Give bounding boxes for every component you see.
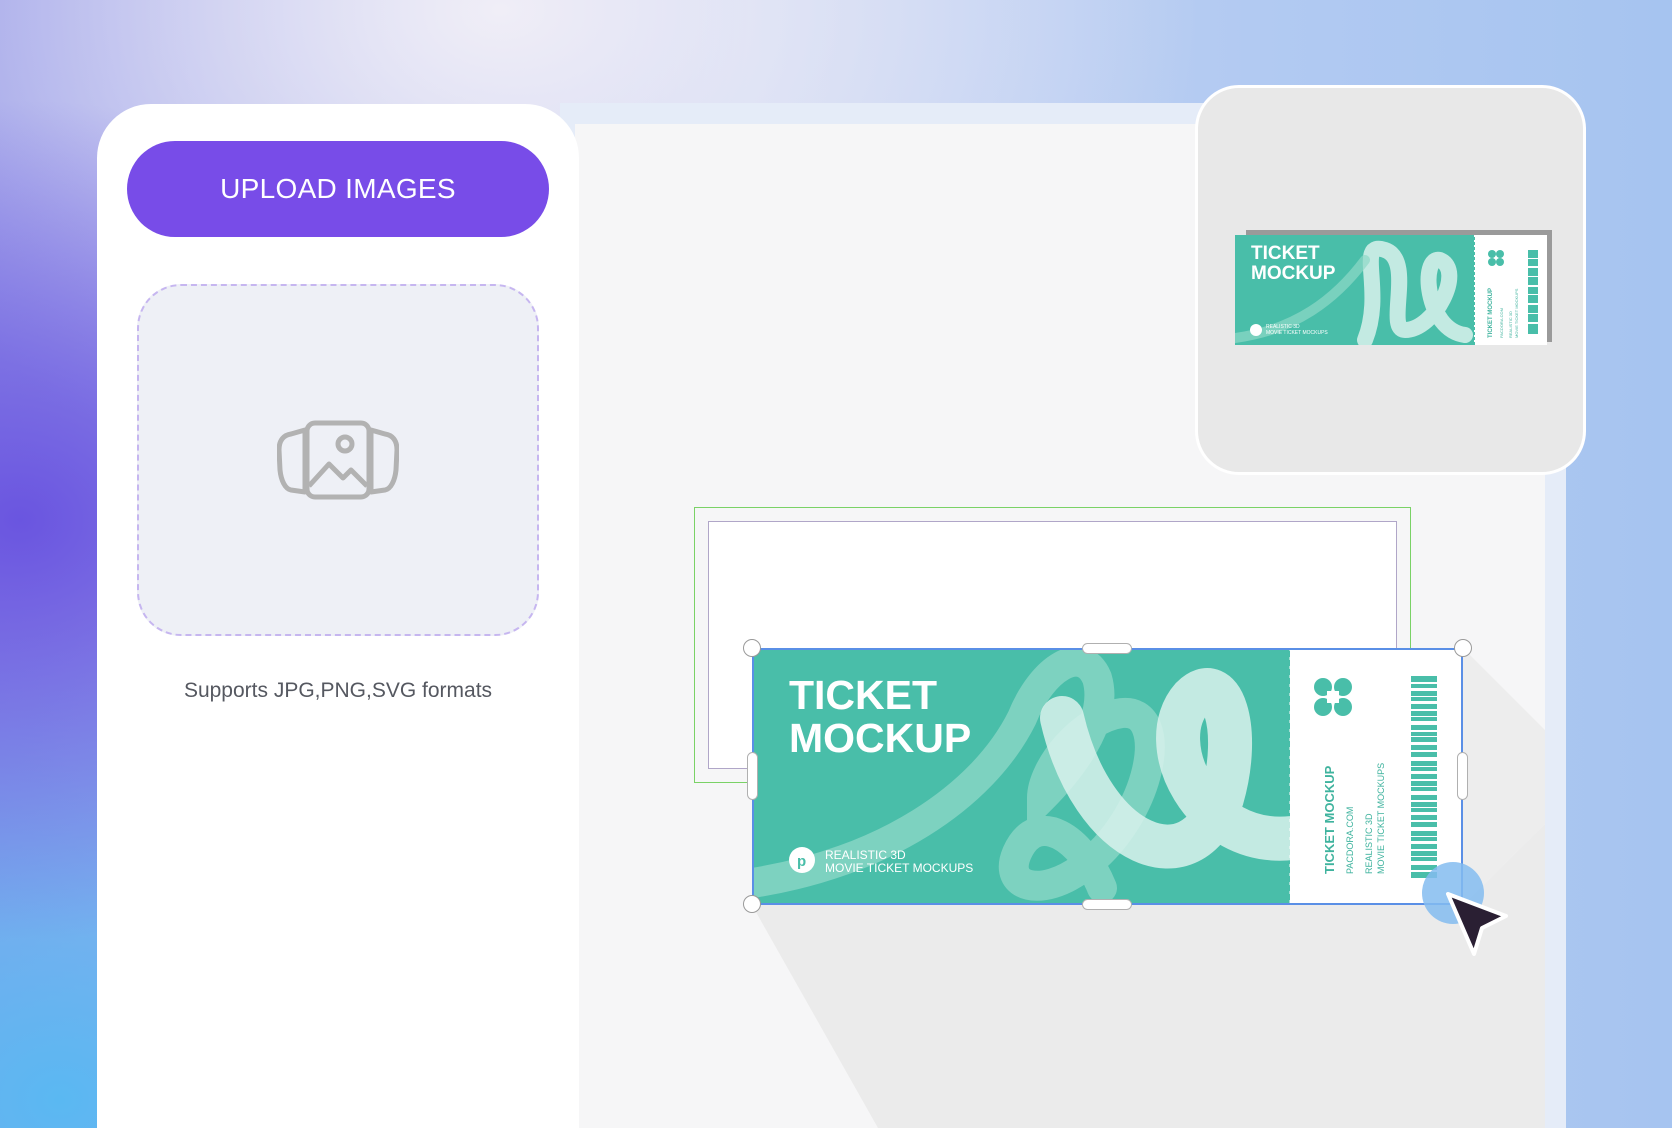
selection-box	[752, 648, 1463, 905]
preview-stub-line1: REALISTIC 3D	[1508, 311, 1513, 338]
preview-ticket: TICKET MOCKUP REALISTIC 3D MOVIE TICKET …	[1235, 230, 1552, 345]
supported-formats-hint: Supports JPG,PNG,SVG formats	[183, 679, 493, 702]
upload-images-button[interactable]: UPLOAD IMAGES	[127, 141, 549, 237]
preview-stub-site: PACDORA.COM	[1499, 308, 1504, 338]
resize-handle-bottom-left[interactable]	[743, 895, 761, 913]
preview-stub-line2: MOVIE TICKET MOCKUPS	[1514, 288, 1519, 338]
resize-handle-right[interactable]	[1457, 752, 1468, 800]
image-drop-zone[interactable]	[137, 284, 539, 636]
preview-title-line2: MOCKUP	[1251, 263, 1336, 284]
preview-stub-title: TICKET MOCKUP	[1488, 288, 1494, 338]
resize-handle-top-right[interactable]	[1454, 639, 1472, 657]
mockup-preview-card[interactable]: TICKET MOCKUP REALISTIC 3D MOVIE TICKET …	[1195, 85, 1586, 475]
resize-handle-top[interactable]	[1082, 643, 1132, 654]
resize-handle-left[interactable]	[747, 752, 758, 800]
pointer-cursor-icon	[1446, 892, 1508, 956]
upload-panel: UPLOAD IMAGES Supports JPG,PNG,SVG forma…	[97, 104, 579, 1128]
resize-handle-bottom[interactable]	[1082, 899, 1132, 910]
preview-subtitle-line2: MOVIE TICKET MOCKUPS	[1266, 330, 1328, 336]
resize-handle-top-left[interactable]	[743, 639, 761, 657]
preview-title-line1: TICKET	[1251, 243, 1320, 264]
images-icon	[277, 420, 399, 500]
